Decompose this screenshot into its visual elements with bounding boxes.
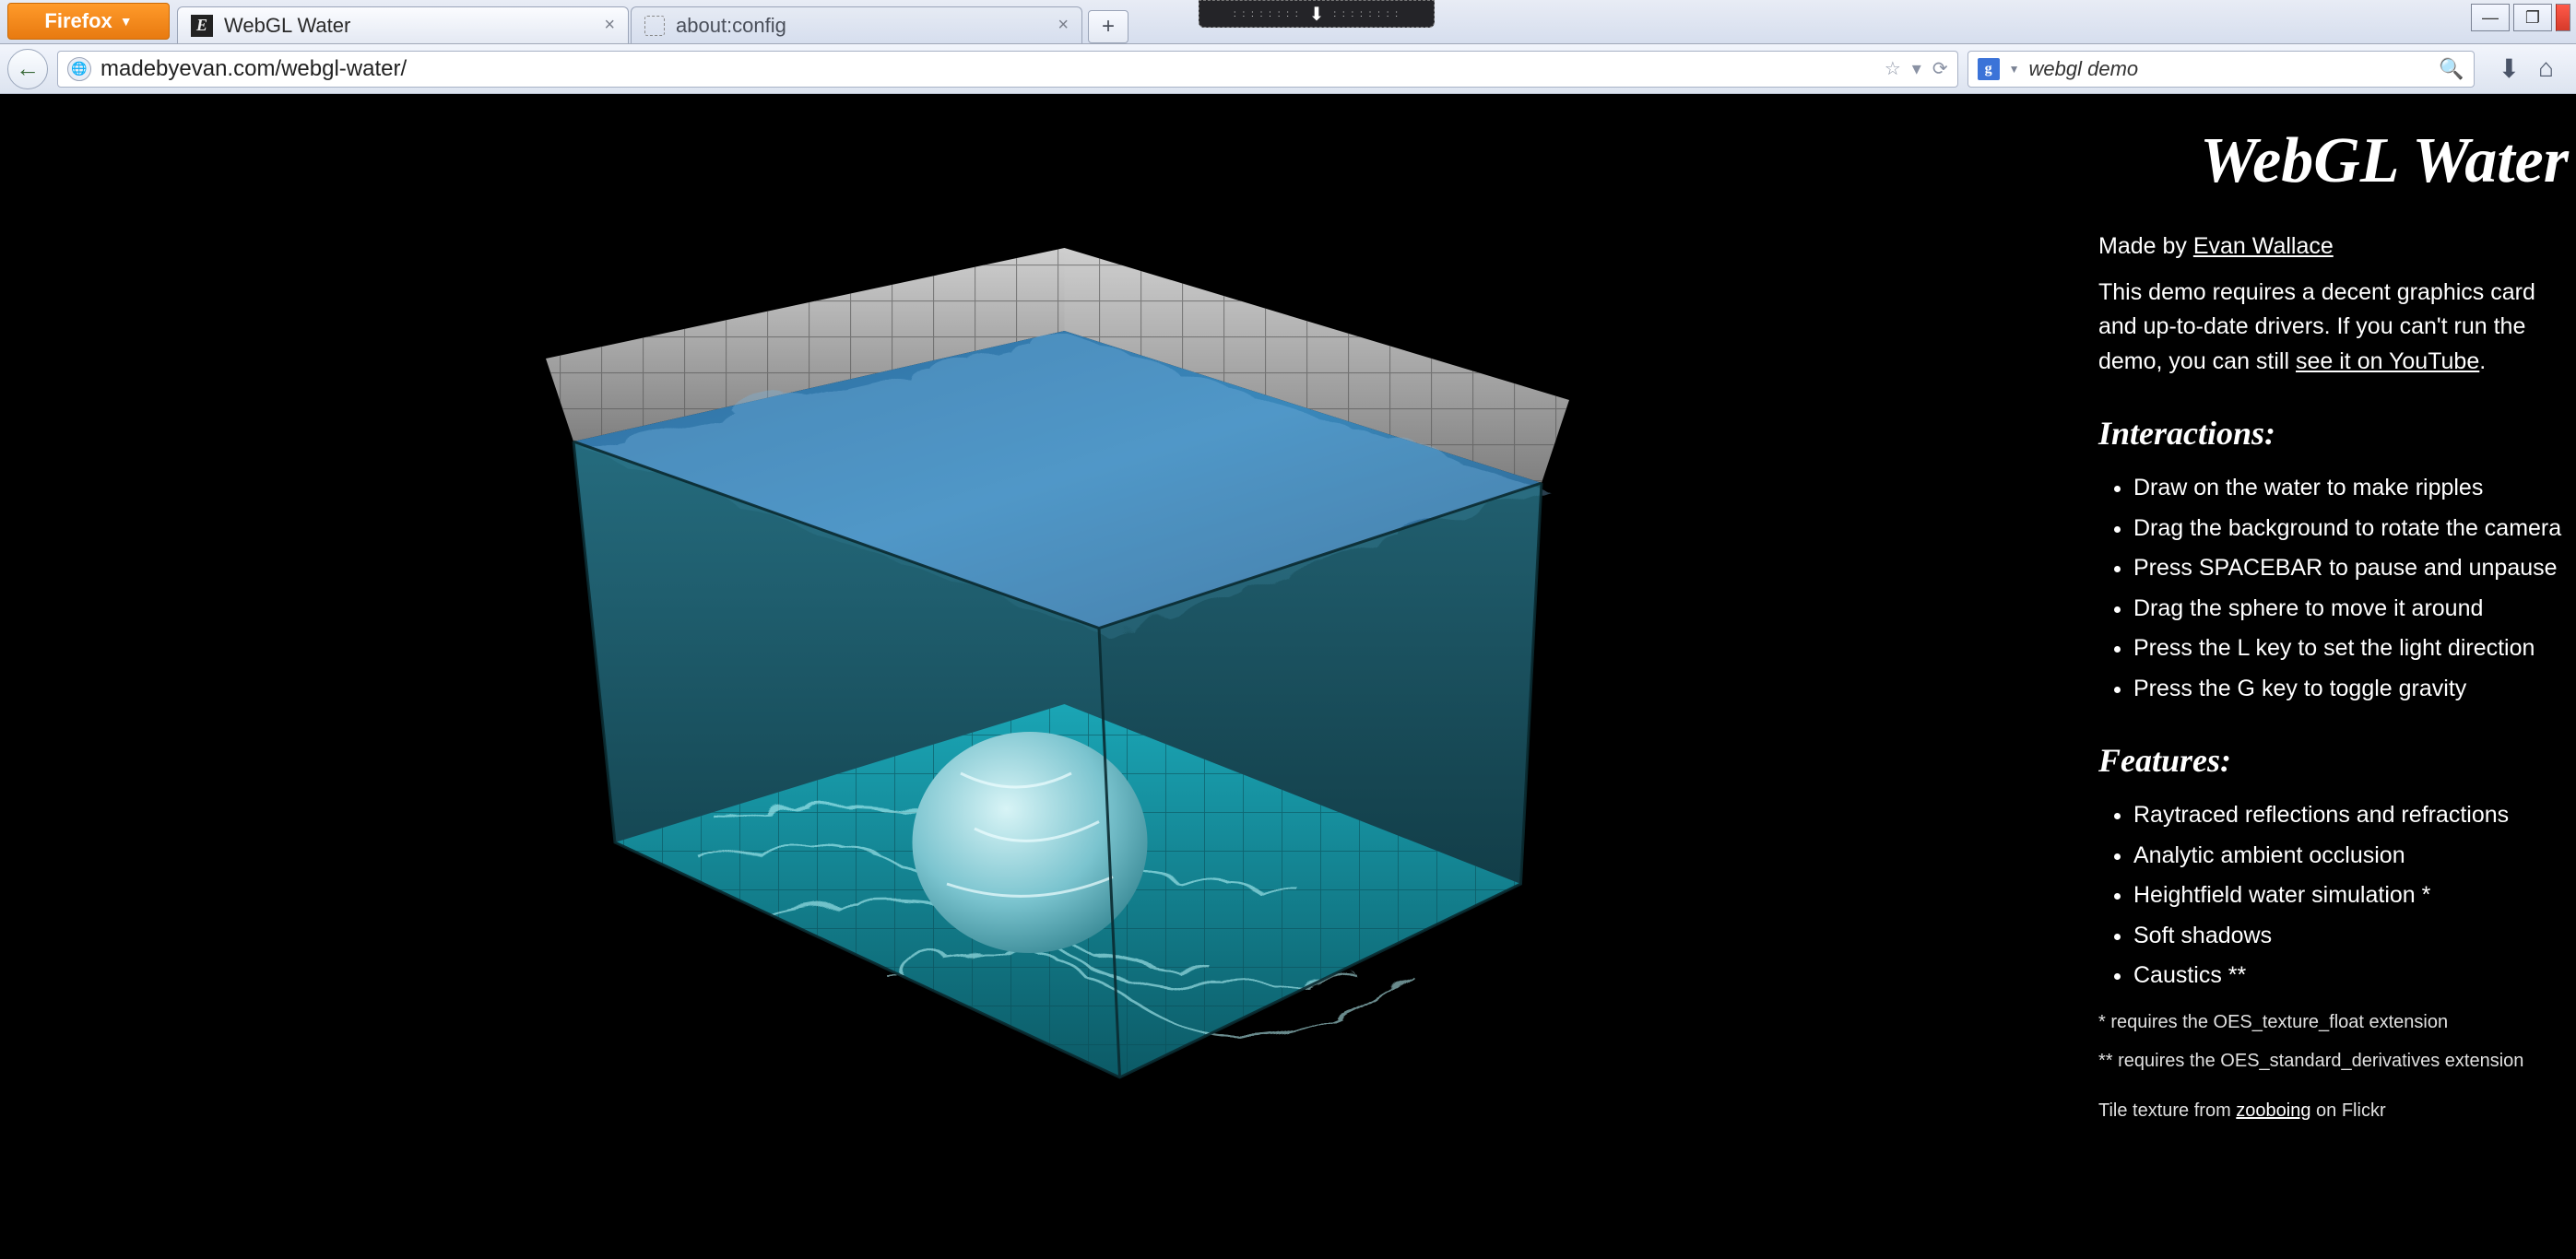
list-item: Heightfield water simulation * <box>2133 878 2576 913</box>
list-item: Raytraced reflections and refractions <box>2133 798 2576 833</box>
credit-link[interactable]: zooboing <box>2236 1100 2310 1121</box>
close-tab-icon[interactable]: × <box>1058 15 1069 36</box>
search-engine-dropdown-icon[interactable]: ▼ <box>2009 63 2020 76</box>
maximize-button[interactable]: ❐ <box>2513 4 2552 31</box>
list-item: Press SPACEBAR to pause and unpause <box>2133 551 2576 586</box>
page-content: WebGL Water Made by Evan Wallace This de… <box>0 94 2576 1259</box>
list-item: Draw on the water to make ripples <box>2133 471 2576 506</box>
footnote: ** requires the OES_standard_derivatives… <box>2098 1047 2576 1075</box>
credit-suffix: on Flickr <box>2310 1100 2385 1121</box>
close-tab-icon[interactable]: × <box>604 15 615 36</box>
tab-strip: E WebGL Water × about:config × + <box>177 0 1128 43</box>
list-item: Press the G key to toggle gravity <box>2133 672 2576 707</box>
back-button[interactable]: ← <box>7 49 48 89</box>
reload-icon[interactable]: ⟳ <box>1932 57 1948 80</box>
minimize-button[interactable]: — <box>2471 4 2510 31</box>
navbar: ← 🌐 ☆ ▾ ⟳ g ▼ 🔍 ⬇ ⌂ <box>0 44 2576 94</box>
footnote: * requires the OES_texture_float extensi… <box>2098 1008 2576 1036</box>
bookmark-star-icon[interactable]: ☆ <box>1885 57 1901 80</box>
features-list: Raytraced reflections and refractions An… <box>2098 798 2576 994</box>
tab-webgl-water[interactable]: E WebGL Water × <box>177 6 629 43</box>
new-tab-button[interactable]: + <box>1088 10 1128 43</box>
dots-icon: : : : : : : : : <box>1234 9 1300 19</box>
credit-prefix: Tile texture from <box>2098 1100 2236 1121</box>
urlbar-right-icons: ☆ ▾ ⟳ <box>1885 57 1948 80</box>
author-link[interactable]: Evan Wallace <box>2193 233 2334 259</box>
keyboard-widget[interactable]: : : : : : : : : ⬇ : : : : : : : : <box>1199 0 1435 28</box>
list-item: Drag the background to rotate the camera <box>2133 512 2576 547</box>
search-icon[interactable]: 🔍 <box>2439 57 2464 81</box>
list-item: Drag the sphere to move it around <box>2133 592 2576 627</box>
list-item: Caustics ** <box>2133 959 2576 994</box>
url-bar[interactable]: 🌐 ☆ ▾ ⟳ <box>57 51 1958 88</box>
close-window-button[interactable] <box>2556 4 2570 31</box>
google-icon: g <box>1978 58 2000 80</box>
search-input[interactable] <box>2029 57 2430 81</box>
search-box[interactable]: g ▼ 🔍 <box>1967 51 2475 88</box>
dots-icon: : : : : : : : : <box>1333 9 1400 19</box>
interactions-list: Draw on the water to make ripples Drag t… <box>2098 471 2576 706</box>
favicon-icon: E <box>191 15 213 37</box>
downloads-icon[interactable]: ⬇ <box>2499 53 2520 84</box>
titlebar: Firefox ▼ E WebGL Water × about:config ×… <box>0 0 2576 44</box>
list-item: Soft shadows <box>2133 919 2576 954</box>
intro-text: This demo requires a decent graphics car… <box>2098 276 2576 380</box>
water-simulation-render[interactable] <box>352 193 1735 1160</box>
globe-icon: 🌐 <box>67 57 91 81</box>
youtube-link[interactable]: see it on YouTube <box>2296 348 2479 374</box>
features-heading: Features: <box>2098 735 2576 785</box>
intro-text-2: . <box>2479 348 2486 374</box>
firefox-menu-button[interactable]: Firefox ▼ <box>7 3 170 40</box>
webgl-canvas[interactable] <box>0 94 2087 1259</box>
arrow-down-icon: ⬇ <box>1309 3 1325 26</box>
interactions-heading: Interactions: <box>2098 408 2576 458</box>
byline-prefix: Made by <box>2098 233 2193 259</box>
history-dropdown-icon[interactable]: ▾ <box>1912 57 1921 80</box>
window-controls: — ❐ <box>2471 4 2570 31</box>
arrow-left-icon: ← <box>16 54 40 83</box>
tab-title: WebGL Water <box>224 14 350 38</box>
toolbar-icons: ⬇ ⌂ <box>2484 53 2569 84</box>
list-item: Analytic ambient occlusion <box>2133 839 2576 874</box>
info-panel: WebGL Water Made by Evan Wallace This de… <box>2087 94 2576 1259</box>
chevron-down-icon: ▼ <box>120 14 133 29</box>
list-item: Press the L key to set the light directi… <box>2133 631 2576 666</box>
tab-about-config[interactable]: about:config × <box>631 6 1082 43</box>
tab-title: about:config <box>676 14 786 38</box>
tile-credit: Tile texture from zooboing on Flickr <box>2098 1097 2576 1124</box>
address-input[interactable] <box>100 56 1875 82</box>
firefox-menu-label: Firefox <box>44 9 112 33</box>
byline: Made by Evan Wallace <box>2098 229 2576 265</box>
home-icon[interactable]: ⌂ <box>2538 53 2554 84</box>
favicon-icon <box>644 16 665 36</box>
page-title: WebGL Water <box>2098 112 2576 209</box>
